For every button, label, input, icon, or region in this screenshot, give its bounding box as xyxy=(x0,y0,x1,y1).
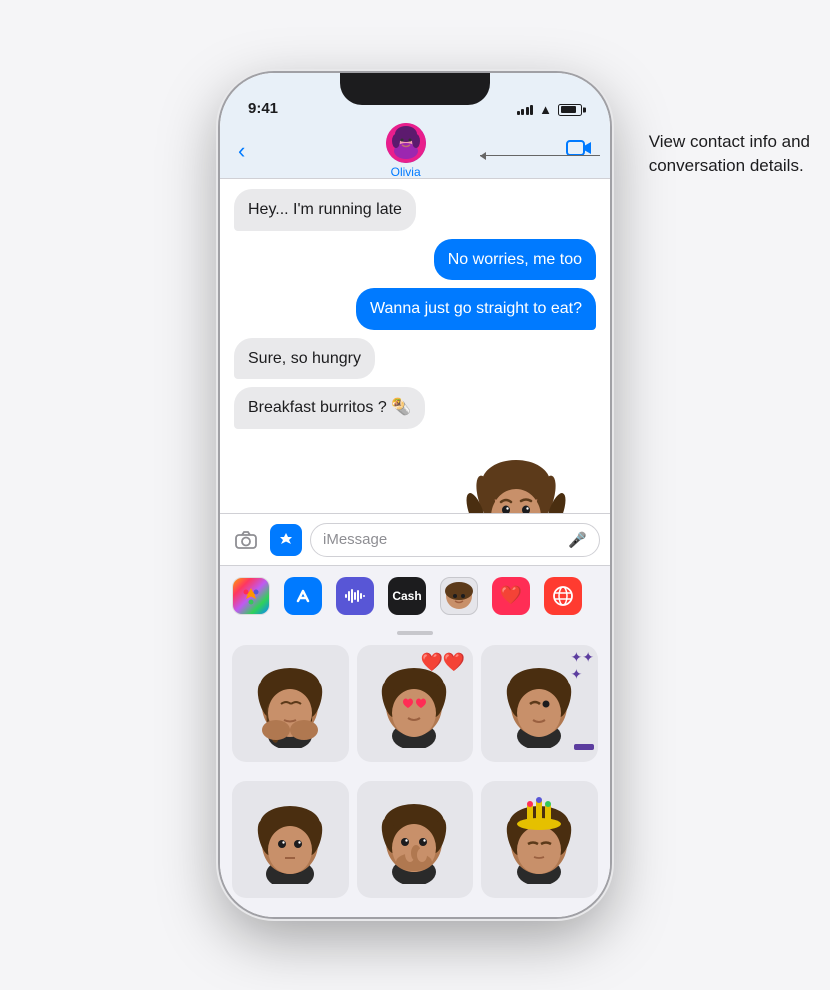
contact-name: Olivia xyxy=(391,165,421,179)
messages-area: Hey... I'm running late No worries, me t… xyxy=(220,179,610,513)
nav-header: ‹ xyxy=(220,123,610,179)
memoji-sticker xyxy=(446,437,586,513)
cash-drawer-button[interactable]: Cash xyxy=(388,577,426,615)
message-bubble: Wanna just go straight to eat? xyxy=(356,288,596,330)
contact-info[interactable]: Olivia xyxy=(386,123,426,179)
battery-fill xyxy=(561,106,576,113)
input-placeholder: iMessage xyxy=(323,531,387,548)
signal-icon xyxy=(517,105,534,115)
mic-button[interactable]: 🎤 xyxy=(568,531,587,549)
app-drawer: Cash ❤️ xyxy=(220,565,610,625)
phone-mockup: 9:41 ▲ xyxy=(220,73,610,917)
annotation-arrow-line xyxy=(480,155,600,156)
sparkle-decoration: ✦✦✦ xyxy=(571,649,594,683)
drag-handle xyxy=(397,631,433,635)
notch xyxy=(340,73,490,105)
annotation-callout: View contact info and conversation detai… xyxy=(649,130,810,178)
appstore-drawer-icon xyxy=(292,585,314,607)
memoji-neutral-image xyxy=(248,794,333,884)
message-row: Sure, so hungry xyxy=(234,338,596,380)
signal-bar-2 xyxy=(521,109,524,115)
hearts-decoration: ❤️❤️ xyxy=(421,653,466,671)
message-bubble: Sure, so hungry xyxy=(234,338,375,380)
memoji-icon xyxy=(444,581,474,611)
photos-drawer-button[interactable] xyxy=(232,577,270,615)
avatar-image xyxy=(386,123,426,163)
memoji-praying-image xyxy=(248,658,333,748)
app-store-button[interactable] xyxy=(270,524,302,556)
panel-drag-indicator xyxy=(220,625,610,637)
stickers-drawer-button[interactable]: ❤️ xyxy=(492,577,530,615)
signal-bar-4 xyxy=(530,105,533,115)
globe-icon xyxy=(552,585,574,607)
memoji-thinking xyxy=(456,442,576,513)
message-input-field[interactable]: iMessage 🎤 xyxy=(310,523,600,557)
annotation-text-line1: View contact info and xyxy=(649,132,810,151)
memoji-hat-image xyxy=(497,794,582,884)
wifi-icon: ▲ xyxy=(539,102,552,117)
audio-icon xyxy=(344,588,366,604)
message-bubble: Breakfast burritos ? 🌯 xyxy=(234,387,425,429)
message-row: No worries, me too xyxy=(234,239,596,281)
memoji-drawer-button[interactable] xyxy=(440,577,478,615)
annotation-text-line2: conversation details. xyxy=(649,156,804,175)
status-icons: ▲ xyxy=(517,74,582,117)
camera-button[interactable] xyxy=(230,524,262,556)
status-time: 9:41 xyxy=(248,73,278,117)
phone-screen: 9:41 ▲ xyxy=(220,73,610,917)
cash-label: Cash xyxy=(392,589,421,603)
input-bar: iMessage 🎤 xyxy=(220,513,610,565)
video-call-button[interactable] xyxy=(566,138,592,164)
message-bubble: No worries, me too xyxy=(434,239,596,281)
memoji-item-hearts[interactable]: ❤️❤️ xyxy=(357,645,474,762)
camera-icon xyxy=(235,531,257,549)
photos-icon xyxy=(240,585,262,607)
memoji-message xyxy=(234,437,596,513)
stickers-icon: ❤️ xyxy=(500,585,522,606)
phone-frame: 9:41 ▲ xyxy=(220,73,610,917)
avatar xyxy=(386,123,426,163)
appstore-drawer-button[interactable] xyxy=(284,577,322,615)
memoji-item-sparkle[interactable]: ✦✦✦ xyxy=(481,645,598,762)
message-bubble: Hey... I'm running late xyxy=(234,189,416,231)
message-row: Wanna just go straight to eat? xyxy=(234,288,596,330)
battery-icon xyxy=(558,104,582,116)
memoji-item-praying[interactable] xyxy=(232,645,349,762)
memoji-panel: ❤️❤️ xyxy=(220,637,610,917)
bar-decoration xyxy=(574,744,594,750)
back-button[interactable]: ‹ xyxy=(238,138,245,164)
appstore-icon xyxy=(277,531,295,549)
memoji-item-neutral[interactable] xyxy=(232,781,349,898)
memoji-item-hat[interactable] xyxy=(481,781,598,898)
signal-bar-3 xyxy=(526,107,529,115)
more-drawer-button[interactable] xyxy=(544,577,582,615)
audio-drawer-button[interactable] xyxy=(336,577,374,615)
signal-bar-1 xyxy=(517,111,520,115)
memoji-item-gasp[interactable] xyxy=(357,781,474,898)
memoji-sparkle-image xyxy=(497,658,582,748)
message-row: Hey... I'm running late xyxy=(234,189,596,231)
memoji-gasp-image xyxy=(372,794,457,884)
message-row: Breakfast burritos ? 🌯 xyxy=(234,387,596,429)
